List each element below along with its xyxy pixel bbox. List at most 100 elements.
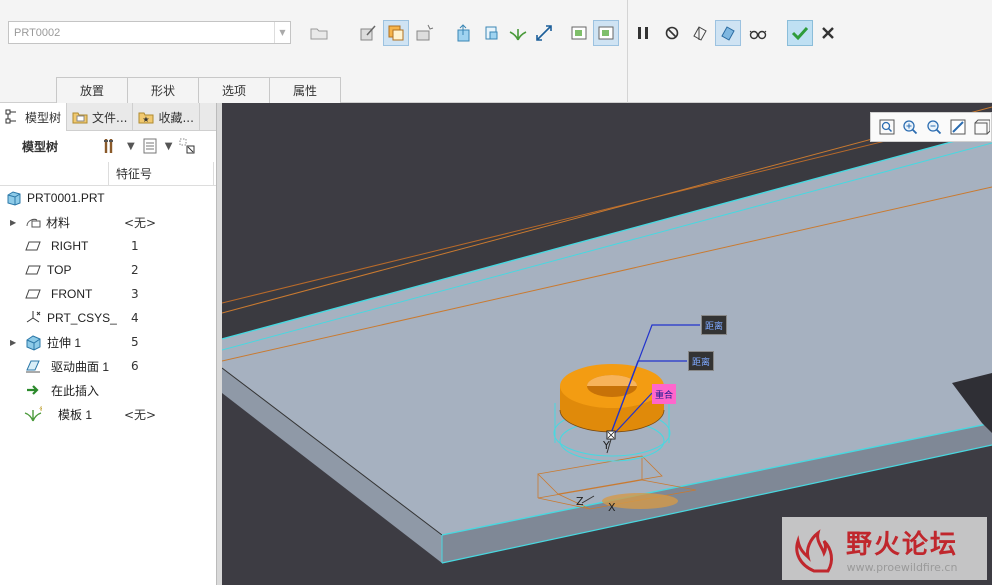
- show-columns-icon[interactable]: [178, 137, 196, 155]
- navigator-panel: 模型树 文件... ★ 收藏... 模型树 ▼ ▼ 特征号 PRT0001.PR…: [0, 103, 221, 585]
- surface-feature-icon[interactable]: [478, 20, 504, 46]
- reference-part-value[interactable]: PRT0002: [9, 27, 274, 39]
- model-tree-title: 模型树: [22, 140, 59, 154]
- tree-root-item[interactable]: PRT0001.PRT: [0, 186, 218, 210]
- tree-item-label: 驱动曲面 1: [51, 359, 110, 374]
- forum-watermark: 野火论坛 www.proewildfire.cn: [782, 517, 987, 580]
- tree-item-label: 材料: [46, 215, 71, 230]
- ribbon-separator: [627, 0, 628, 103]
- watermark-url: www.proewildfire.cn: [846, 560, 958, 574]
- tree-item-material[interactable]: ▶ 材料 <无>: [0, 210, 218, 234]
- tree-item-label: PRT_CSYS_: [47, 311, 117, 325]
- tree-item-label: 拉伸 1: [47, 335, 82, 350]
- tab-file-browser[interactable]: 文件...: [67, 103, 134, 131]
- model-tree-icon: [5, 109, 21, 125]
- confirm-check-icon[interactable]: [787, 20, 813, 46]
- datum-plane-icon: [24, 237, 42, 255]
- watermark-title: 野火论坛: [846, 529, 959, 560]
- tree-item-number: <无>: [124, 407, 157, 422]
- tree-item-driving-surface[interactable]: 驱动曲面 1 6: [0, 354, 218, 378]
- coincident-constraint-tag[interactable]: 重合: [652, 384, 677, 404]
- tree-item-insert-here[interactable]: 在此插入: [0, 378, 218, 402]
- tab-model-tree-label: 模型树: [25, 110, 62, 125]
- tree-item-extrude[interactable]: ▶ 拉伸 1 5: [0, 330, 218, 354]
- axis-label-x: X: [608, 501, 616, 514]
- tree-item-label: 在此插入: [51, 383, 100, 398]
- svg-text:※: ※: [39, 405, 42, 413]
- favorites-icon: ★: [138, 109, 154, 125]
- tree-root-label: PRT0001.PRT: [27, 191, 105, 205]
- chevron-down-icon[interactable]: ▼: [127, 141, 135, 152]
- expand-arrow-icon[interactable]: ▶: [10, 338, 16, 347]
- zoom-in-icon[interactable]: [901, 116, 921, 138]
- expand-arrow-icon[interactable]: ▶: [10, 218, 16, 227]
- pause-icon[interactable]: [630, 20, 656, 46]
- geometry-preview-icon[interactable]: [687, 20, 713, 46]
- csys-icon: [24, 309, 42, 327]
- material-icon: [24, 213, 42, 231]
- surface-copy-icon[interactable]: [383, 20, 409, 46]
- glasses-icon[interactable]: [745, 20, 771, 46]
- sketch-edit-icon[interactable]: [355, 20, 381, 46]
- scale-arrows-icon[interactable]: [531, 20, 557, 46]
- tab-placement[interactable]: 放置: [56, 77, 128, 103]
- feature-preview-icon[interactable]: [715, 20, 741, 46]
- repaint-icon[interactable]: [948, 116, 968, 138]
- graphics-viewport[interactable]: 距离 距离 重合 Y Z X 野火论坛 www.proewildfire.cn: [222, 103, 992, 585]
- chevron-down-icon[interactable]: ▼: [274, 22, 290, 43]
- tree-item-number: <无>: [124, 215, 157, 230]
- svg-text:★: ★: [143, 115, 150, 124]
- tree-item-right[interactable]: RIGHT 1: [0, 234, 218, 258]
- flip-icon[interactable]: [411, 20, 437, 46]
- tree-item-csys[interactable]: PRT_CSYS_ 4: [0, 306, 218, 330]
- tab-options[interactable]: 选项: [198, 77, 270, 103]
- tree-item-top[interactable]: TOP 2: [0, 258, 218, 282]
- zoom-out-icon[interactable]: [924, 116, 944, 138]
- tab-shape[interactable]: 形状: [127, 77, 199, 103]
- navigator-tabs: 模型树 文件... ★ 收藏...: [0, 103, 220, 131]
- settings-tools-icon[interactable]: [103, 137, 121, 155]
- cancel-x-icon[interactable]: [815, 20, 841, 46]
- datum-plane-icon: [24, 285, 42, 303]
- tree-item-number: 5: [131, 335, 139, 349]
- tree-column-header: 特征号: [0, 162, 220, 186]
- tree-item-label: 模板 1: [58, 407, 93, 422]
- tab-favorites[interactable]: ★ 收藏...: [133, 103, 200, 131]
- forum-logo-icon: [795, 528, 833, 572]
- reference-part-select[interactable]: PRT0002 ▼: [8, 21, 291, 44]
- model-view-canvas[interactable]: [222, 103, 992, 585]
- driving-surface-icon: [24, 357, 42, 375]
- distance-dimension-tag[interactable]: 距离: [701, 315, 728, 335]
- no-preview-icon[interactable]: [659, 20, 685, 46]
- view-toolbar: [870, 112, 992, 142]
- part-icon: [5, 189, 23, 207]
- solid-feature-icon[interactable]: [452, 20, 478, 46]
- template-icon[interactable]: [505, 20, 531, 46]
- tree-item-number: 3: [131, 287, 139, 301]
- distance-dimension-tag[interactable]: 距离: [688, 351, 715, 371]
- feature-number-column-header[interactable]: 特征号: [108, 162, 214, 186]
- axis-label-z: Z: [576, 495, 584, 508]
- open-folder-icon[interactable]: [306, 20, 332, 46]
- refit-icon[interactable]: [877, 116, 897, 138]
- model-tree-toolbar: 模型树 ▼ ▼: [0, 131, 220, 162]
- tree-item-number: 6: [131, 359, 139, 373]
- insert-here-arrow-icon: [24, 381, 42, 399]
- tab-properties[interactable]: 属性: [269, 77, 341, 103]
- tree-item-number: 4: [131, 311, 139, 325]
- tree-item-number: 2: [131, 263, 139, 277]
- tab-file-browser-label: 文件...: [92, 110, 128, 125]
- chevron-down-icon[interactable]: ▼: [165, 141, 173, 152]
- tree-item-label: RIGHT: [51, 239, 89, 253]
- tab-model-tree[interactable]: 模型树: [0, 103, 68, 131]
- preview-window-active-icon[interactable]: [593, 20, 619, 46]
- tree-item-front[interactable]: FRONT 3: [0, 282, 218, 306]
- preview-window-icon[interactable]: [566, 20, 592, 46]
- axis-label-y: Y: [603, 439, 610, 452]
- tree-item-template[interactable]: ※ 模板 1 <无>: [0, 402, 218, 426]
- template-feature-icon: ※: [24, 405, 42, 423]
- datum-plane-icon: [24, 261, 42, 279]
- dashboard-tabs: 放置 形状 选项 属性: [56, 77, 341, 103]
- saved-views-icon[interactable]: [971, 116, 991, 138]
- tree-filter-icon[interactable]: [141, 137, 159, 155]
